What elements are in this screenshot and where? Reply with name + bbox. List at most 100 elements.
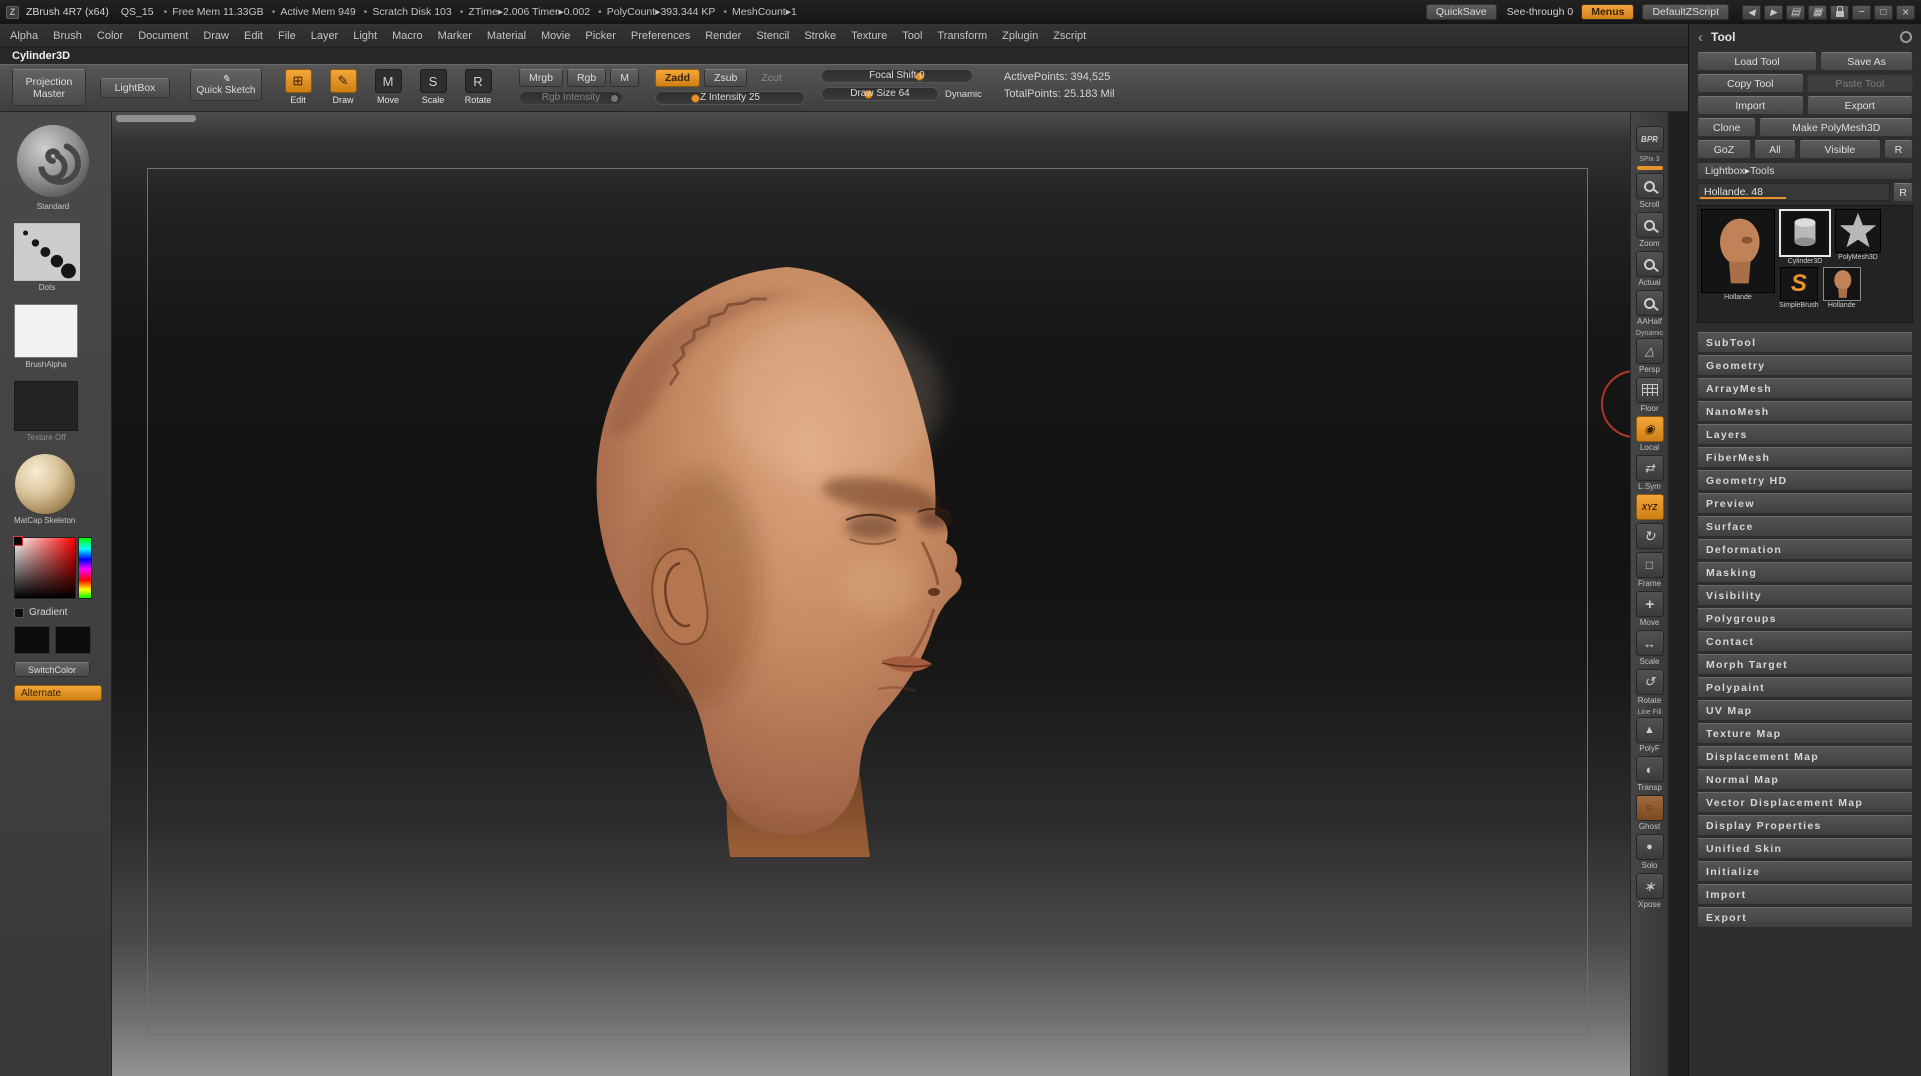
rgb-button[interactable]: Rgb	[567, 69, 606, 87]
m-button[interactable]: M	[610, 69, 639, 87]
tool-section-texture-map[interactable]: Texture Map	[1697, 723, 1913, 744]
tray-item-spix[interactable]: SPix 3	[1637, 155, 1663, 170]
dynamic-toggle[interactable]: Dynamic	[945, 89, 982, 100]
tool-section-arraymesh[interactable]: ArrayMesh	[1697, 378, 1913, 399]
gradient-row[interactable]: Gradient	[14, 607, 67, 618]
menu-item-transform[interactable]: Transform	[937, 30, 987, 42]
hue-strip[interactable]	[78, 537, 92, 599]
sculpt-head-model[interactable]	[582, 257, 1002, 857]
menu-item-light[interactable]: Light	[353, 30, 377, 42]
tray-item-aahalf[interactable]: AAHalf	[1636, 290, 1664, 326]
tool-thumb-simplebrush[interactable]: S SimpleBrush	[1779, 267, 1819, 309]
menu-item-stroke[interactable]: Stroke	[804, 30, 836, 42]
rgb-intensity-slider[interactable]: Rgb Intensity	[519, 91, 623, 105]
tool-section-deformation[interactable]: Deformation	[1697, 539, 1913, 560]
current-brush[interactable]: Standard	[14, 122, 92, 211]
tray-item-xyz[interactable]	[1636, 494, 1664, 520]
menu-item-zplugin[interactable]: Zplugin	[1002, 30, 1038, 42]
draw-size-slider[interactable]: Draw Size 64	[821, 87, 939, 101]
menu-item-layer[interactable]: Layer	[311, 30, 339, 42]
default-zscript-button[interactable]: DefaultZScript	[1642, 4, 1729, 20]
slider-knob[interactable]	[610, 94, 619, 103]
panel-collapse-icon[interactable]: ‹	[1698, 29, 1703, 46]
copy-tool-button[interactable]: Copy Tool	[1697, 74, 1804, 93]
tray-item-scale[interactable]: Scale	[1636, 630, 1664, 666]
titlebar-icon-tray-right[interactable]	[1764, 5, 1783, 20]
quick-sketch-button[interactable]: ✎Quick Sketch	[190, 69, 262, 101]
tool-section-masking[interactable]: Masking	[1697, 562, 1913, 583]
goz-r-button[interactable]: R	[1884, 140, 1913, 159]
tool-section-polypaint[interactable]: Polypaint	[1697, 677, 1913, 698]
titlebar-icon-maximize[interactable]	[1874, 5, 1893, 20]
alternate-button[interactable]: Alternate	[14, 685, 102, 701]
titlebar-icon-lock[interactable]	[1830, 5, 1849, 20]
menu-item-render[interactable]: Render	[705, 30, 741, 42]
tray-item-bpr[interactable]	[1636, 126, 1664, 152]
tray-item-persp[interactable]: Dynamic Persp	[1636, 329, 1664, 374]
menu-item-file[interactable]: File	[278, 30, 296, 42]
save-as-button[interactable]: Save As	[1820, 52, 1913, 71]
current-material[interactable]: MatCap Skeleton	[14, 454, 75, 525]
paste-tool-button[interactable]: Paste Tool	[1807, 74, 1914, 93]
menu-item-texture[interactable]: Texture	[851, 30, 887, 42]
tray-item-zoom[interactable]: Zoom	[1636, 212, 1664, 248]
current-alpha[interactable]: BrushAlpha	[14, 304, 78, 369]
tool-section-uv-map[interactable]: UV Map	[1697, 700, 1913, 721]
tray-item-rotate[interactable]: Rotate	[1636, 669, 1664, 705]
tool-section-nanomesh[interactable]: NanoMesh	[1697, 401, 1913, 422]
menu-item-document[interactable]: Document	[138, 30, 188, 42]
menu-item-macro[interactable]: Macro	[392, 30, 423, 42]
zsub-button[interactable]: Zsub	[704, 69, 747, 87]
tool-section-import[interactable]: Import	[1697, 884, 1913, 905]
tool-section-morph-target[interactable]: Morph Target	[1697, 654, 1913, 675]
goz-visible-button[interactable]: Visible	[1799, 140, 1881, 159]
tool-section-geometry[interactable]: Geometry	[1697, 355, 1913, 376]
menu-item-brush[interactable]: Brush	[53, 30, 82, 42]
current-texture[interactable]: Texture Off	[14, 381, 78, 442]
tray-item-actual[interactable]: Actual	[1636, 251, 1664, 287]
menu-item-picker[interactable]: Picker	[585, 30, 616, 42]
zcut-button[interactable]: Zcut	[751, 69, 791, 87]
tool-section-fibermesh[interactable]: FiberMesh	[1697, 447, 1913, 468]
menus-button[interactable]: Menus	[1581, 4, 1634, 20]
tool-section-contact[interactable]: Contact	[1697, 631, 1913, 652]
canvas-scrollbar-thumb[interactable]	[116, 115, 196, 122]
mrgb-button[interactable]: Mrgb	[519, 69, 563, 87]
rotate-mode-button[interactable]: RRotate	[458, 69, 498, 105]
make-polymesh3d-button[interactable]: Make PolyMesh3D	[1759, 118, 1913, 137]
tool-section-unified-skin[interactable]: Unified Skin	[1697, 838, 1913, 859]
switch-color-button[interactable]: SwitchColor	[14, 662, 90, 677]
active-tool-thumbnail[interactable]: Hollande	[1701, 209, 1775, 319]
import-button[interactable]: Import	[1697, 96, 1804, 115]
tool-section-displacement-map[interactable]: Displacement Map	[1697, 746, 1913, 767]
menu-item-alpha[interactable]: Alpha	[10, 30, 38, 42]
move-mode-button[interactable]: MMove	[368, 69, 408, 105]
titlebar-icon-palette-b[interactable]	[1808, 5, 1827, 20]
menu-item-edit[interactable]: Edit	[244, 30, 263, 42]
tool-section-display-properties[interactable]: Display Properties	[1697, 815, 1913, 836]
tray-item-transp[interactable]: Transp	[1636, 756, 1664, 792]
menu-item-movie[interactable]: Movie	[541, 30, 570, 42]
tray-item-local[interactable]: Local	[1636, 416, 1664, 452]
tool-section-layers[interactable]: Layers	[1697, 424, 1913, 445]
tray-item-frame[interactable]: Frame	[1636, 552, 1664, 588]
saturation-value-square[interactable]	[14, 537, 76, 599]
menu-item-color[interactable]: Color	[97, 30, 123, 42]
load-tool-button[interactable]: Load Tool	[1697, 52, 1817, 71]
goz-button[interactable]: GoZ	[1697, 140, 1751, 159]
menu-item-tool[interactable]: Tool	[902, 30, 922, 42]
menu-item-marker[interactable]: Marker	[438, 30, 472, 42]
tray-item-ghost[interactable]: Ghost	[1636, 795, 1664, 831]
titlebar-icon-tray-left[interactable]	[1742, 5, 1761, 20]
menu-item-preferences[interactable]: Preferences	[631, 30, 690, 42]
tray-item-floor[interactable]: Floor	[1636, 377, 1664, 413]
tool-thumb-polymesh3d[interactable]: PolyMesh3D	[1835, 209, 1881, 261]
edit-mode-button[interactable]: ⊞Edit	[278, 69, 318, 105]
zadd-button[interactable]: Zadd	[655, 69, 700, 87]
menu-item-material[interactable]: Material	[487, 30, 526, 42]
titlebar-icon-minimize[interactable]	[1852, 5, 1871, 20]
lightbox-button[interactable]: LightBox	[100, 78, 170, 98]
z-intensity-slider[interactable]: Z Intensity 25	[655, 91, 805, 105]
scale-mode-button[interactable]: SScale	[413, 69, 453, 105]
tray-item-scroll[interactable]: Scroll	[1636, 173, 1664, 209]
